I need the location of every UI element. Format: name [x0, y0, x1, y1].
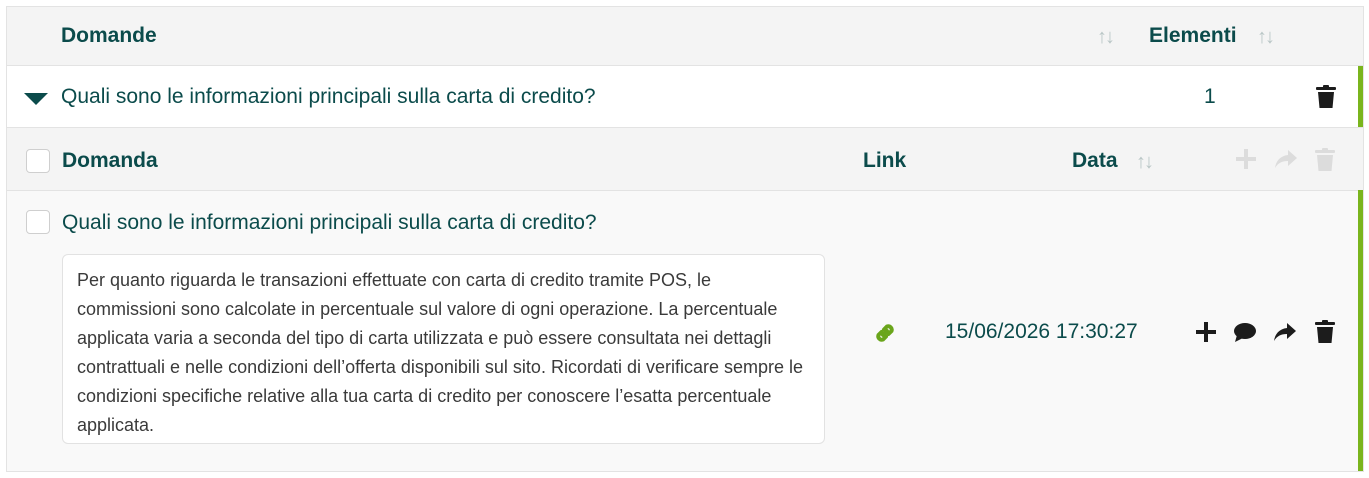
sort-data-icon[interactable]: ↑↓ — [1136, 152, 1154, 172]
row-accent-bar — [1358, 190, 1363, 471]
row-date: 15/06/2026 17:30:27 — [945, 320, 1138, 343]
trash-icon[interactable] — [1315, 320, 1335, 343]
subtable-header: Domanda Link Data ↑↓ — [7, 128, 1363, 191]
column-header-domanda[interactable]: Domanda — [62, 150, 158, 171]
column-header-domande[interactable]: Domande — [61, 25, 157, 46]
question-row[interactable]: Quali sono le informazioni principali su… — [7, 190, 1363, 471]
comment-icon[interactable] — [1234, 323, 1256, 342]
plus-icon — [1236, 149, 1256, 169]
elements-count: 1 — [1204, 85, 1216, 108]
share-icon[interactable] — [1274, 323, 1296, 341]
answer-text: Per quanto riguarda le transazioni effet… — [62, 254, 825, 444]
column-header-elementi[interactable]: Elementi — [1149, 25, 1237, 46]
sort-domande-icon[interactable]: ↑↓ — [1097, 27, 1115, 47]
row-checkbox[interactable] — [26, 210, 50, 234]
row-accent-bar — [1358, 66, 1363, 127]
sort-elementi-icon[interactable]: ↑↓ — [1257, 27, 1275, 47]
question-text[interactable]: Quali sono le informazioni principali su… — [62, 212, 597, 233]
caret-down-icon[interactable] — [24, 93, 48, 106]
trash-icon — [1315, 148, 1335, 171]
plus-icon[interactable] — [1196, 322, 1216, 342]
column-header-link: Link — [863, 149, 907, 172]
share-icon — [1275, 150, 1297, 168]
question-group-row[interactable]: Quali sono le informazioni principali su… — [7, 66, 1363, 128]
select-all-checkbox[interactable] — [26, 149, 50, 173]
link-icon[interactable] — [873, 321, 897, 345]
group-question-text[interactable]: Quali sono le informazioni principali su… — [61, 86, 596, 107]
table-header: Domande ↑↓ Elementi ↑↓ — [7, 7, 1363, 66]
trash-icon[interactable] — [1316, 85, 1336, 108]
questions-table: Domande ↑↓ Elementi ↑↓ Quali sono le inf… — [6, 6, 1364, 472]
column-header-data[interactable]: Data — [1072, 150, 1118, 171]
